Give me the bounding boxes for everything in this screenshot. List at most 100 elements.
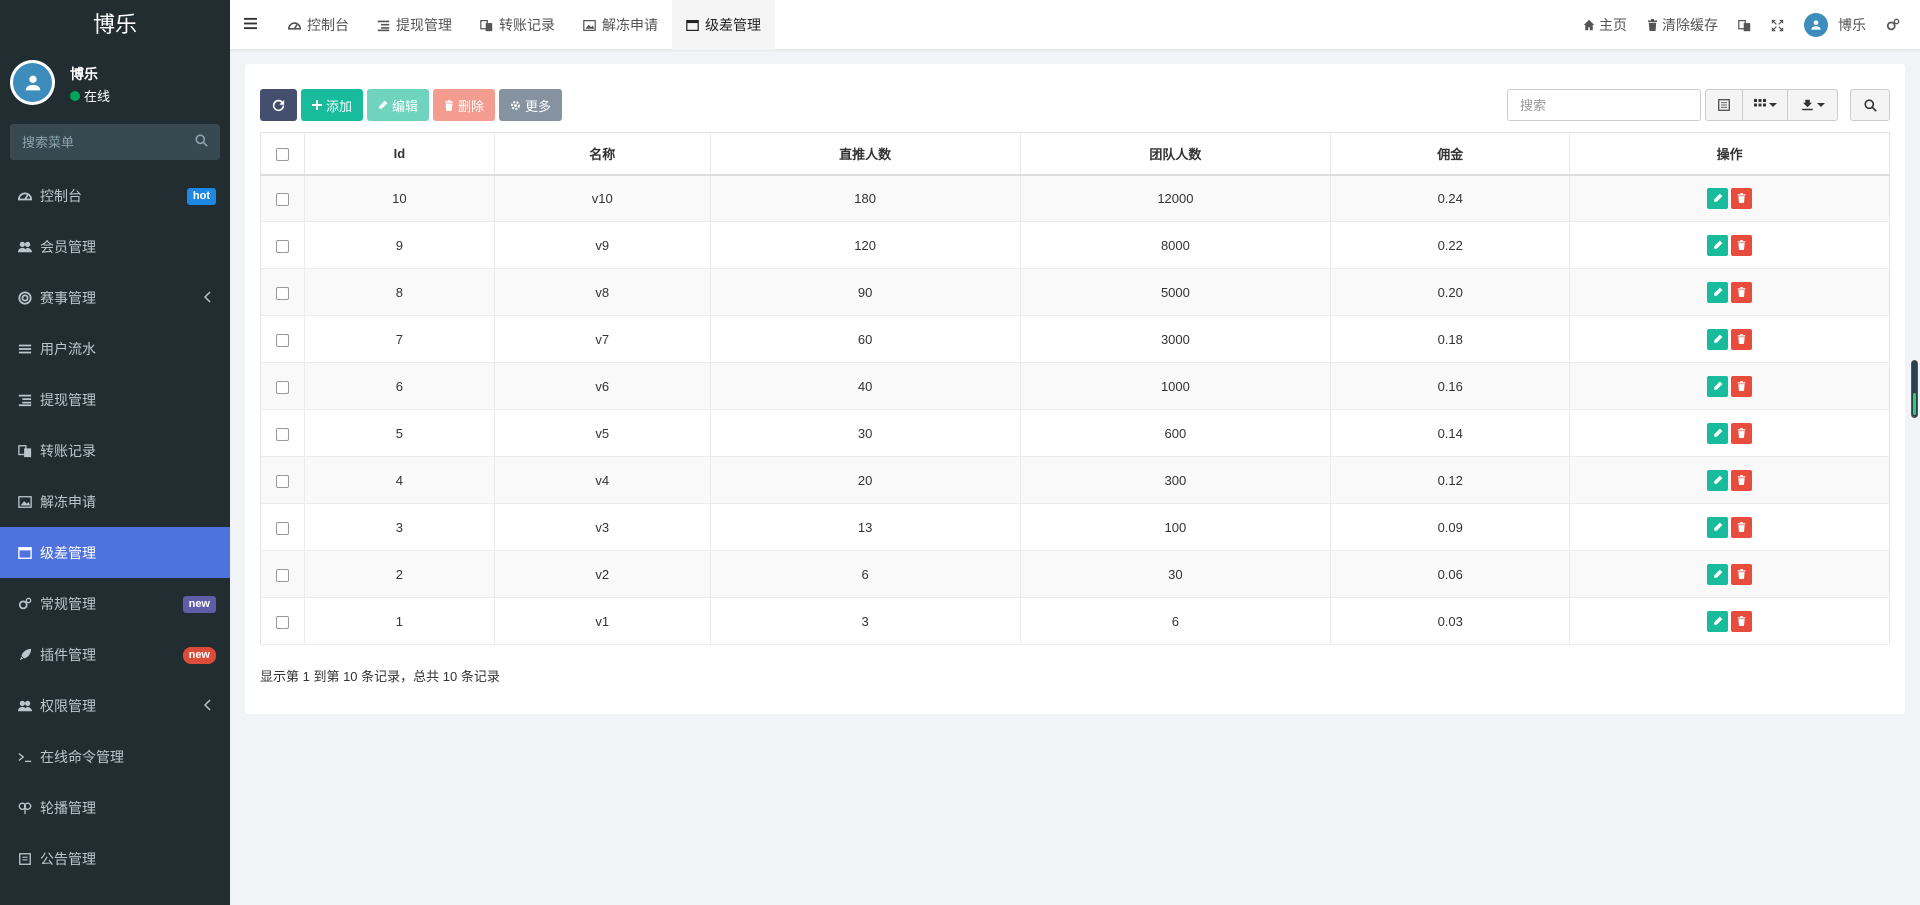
- tab-level-diff[interactable]: 级差管理: [672, 0, 775, 50]
- sidebar-search-input[interactable]: [10, 124, 220, 160]
- delete-button[interactable]: 删除: [433, 89, 496, 121]
- scrollbar-thumb[interactable]: [1911, 360, 1918, 418]
- row-delete-button[interactable]: [1731, 234, 1753, 256]
- settings-button[interactable]: [1876, 0, 1910, 50]
- sidebar-item-level-diff[interactable]: 级差管理: [0, 527, 230, 578]
- table-row[interactable]: 5 v5 30 600 0.14: [260, 409, 1890, 457]
- sidebar-item-transfer[interactable]: 转账记录: [0, 425, 230, 476]
- cell-direct: 6: [709, 550, 1020, 598]
- edit-button[interactable]: 编辑: [367, 89, 430, 121]
- hot-badge: hot: [186, 188, 216, 205]
- language-button[interactable]: [1728, 0, 1761, 50]
- cell-team: 100: [1019, 503, 1331, 551]
- export-dropdown-button[interactable]: [1788, 89, 1838, 121]
- row-checkbox[interactable]: [275, 333, 289, 347]
- row-checkbox[interactable]: [275, 239, 289, 253]
- row-delete-button[interactable]: [1731, 375, 1753, 397]
- sidebar-item-members[interactable]: 会员管理: [0, 221, 230, 272]
- select-all-checkbox[interactable]: [275, 147, 289, 161]
- row-delete-button[interactable]: [1731, 610, 1753, 632]
- level-table: Id 名称 直推人数 团队人数 佣金 操作 10 v10 180 12000 0.24 9…: [260, 132, 1890, 645]
- tab-unfreeze[interactable]: 解冻申请: [569, 0, 672, 50]
- cell-id: 10: [303, 174, 495, 222]
- menu-toggle-icon[interactable]: [244, 17, 257, 30]
- tab-transfer[interactable]: 转账记录: [466, 0, 569, 50]
- row-checkbox[interactable]: [275, 286, 289, 300]
- table-row[interactable]: 1 v1 3 6 0.03: [260, 597, 1890, 645]
- table-row[interactable]: 6 v6 40 1000 0.16: [260, 362, 1890, 410]
- col-commission[interactable]: 佣金: [1330, 132, 1570, 176]
- toggle-view-button[interactable]: [1705, 89, 1743, 121]
- sidebar-item-user-flow[interactable]: 用户流水: [0, 323, 230, 374]
- sidebar-item-command[interactable]: 在线命令管理: [0, 731, 230, 782]
- online-dot-icon: [70, 90, 80, 101]
- tab-withdraw[interactable]: 提现管理: [363, 0, 466, 50]
- row-delete-button[interactable]: [1731, 516, 1753, 538]
- row-checkbox[interactable]: [275, 615, 289, 629]
- row-delete-button[interactable]: [1731, 422, 1753, 444]
- row-delete-button[interactable]: [1731, 563, 1753, 585]
- row-checkbox[interactable]: [275, 192, 289, 206]
- row-edit-button[interactable]: [1707, 610, 1729, 632]
- home-link[interactable]: 主页: [1573, 0, 1637, 50]
- sidebar-item-notice[interactable]: 公告管理: [0, 833, 230, 884]
- sidebar-item-plugins[interactable]: 插件管理 new: [0, 629, 230, 680]
- table-row[interactable]: 10 v10 180 12000 0.24: [260, 174, 1890, 222]
- row-checkbox[interactable]: [275, 474, 289, 488]
- refresh-button[interactable]: [260, 89, 297, 121]
- more-button[interactable]: 更多: [499, 89, 563, 121]
- table-row[interactable]: 8 v8 90 5000 0.20: [260, 268, 1890, 316]
- cell-team: 5000: [1019, 268, 1331, 316]
- col-name[interactable]: 名称: [493, 132, 711, 176]
- table-row[interactable]: 3 v3 13 100 0.09: [260, 503, 1890, 551]
- sidebar-item-carousel[interactable]: 轮播管理: [0, 782, 230, 833]
- table-row[interactable]: 7 v7 60 3000 0.18: [260, 315, 1890, 363]
- row-checkbox[interactable]: [275, 380, 289, 394]
- row-edit-button[interactable]: [1707, 328, 1729, 350]
- fullscreen-button[interactable]: [1761, 0, 1794, 50]
- clear-cache-button[interactable]: 清除缓存: [1637, 0, 1728, 50]
- row-delete-button[interactable]: [1731, 187, 1753, 209]
- table-row[interactable]: 2 v2 6 30 0.06: [260, 550, 1890, 598]
- row-edit-button[interactable]: [1707, 422, 1729, 444]
- sidebar-item-dashboard[interactable]: 控制台 hot: [0, 170, 230, 221]
- cell-id: 8: [303, 268, 495, 316]
- sidebar-item-unfreeze[interactable]: 解冻申请: [0, 476, 230, 527]
- columns-dropdown-button[interactable]: [1743, 89, 1788, 121]
- table-row[interactable]: 4 v4 20 300 0.12: [260, 456, 1890, 504]
- row-edit-button[interactable]: [1707, 375, 1729, 397]
- row-edit-button[interactable]: [1707, 563, 1729, 585]
- row-edit-button[interactable]: [1707, 234, 1729, 256]
- row-checkbox[interactable]: [275, 521, 289, 535]
- table-row[interactable]: 9 v9 120 8000 0.22: [260, 221, 1890, 269]
- search-icon[interactable]: [195, 134, 208, 147]
- user-menu[interactable]: 博乐: [1794, 0, 1876, 50]
- avatar: [10, 60, 55, 105]
- row-select-cell: [260, 315, 305, 363]
- sidebar-item-permissions[interactable]: 权限管理: [0, 680, 230, 731]
- tab-dashboard[interactable]: 控制台: [274, 0, 363, 50]
- row-edit-button[interactable]: [1707, 469, 1729, 491]
- row-edit-button[interactable]: [1707, 187, 1729, 209]
- row-delete-button[interactable]: [1731, 281, 1753, 303]
- cell-commission: 0.06: [1330, 550, 1570, 598]
- search-button[interactable]: [1850, 89, 1890, 121]
- col-direct[interactable]: 直推人数: [709, 132, 1020, 176]
- cell-id: 1: [303, 597, 495, 645]
- row-delete-button[interactable]: [1731, 328, 1753, 350]
- row-checkbox[interactable]: [275, 427, 289, 441]
- col-team[interactable]: 团队人数: [1019, 132, 1331, 176]
- translate-icon: [480, 19, 493, 31]
- sidebar-item-general[interactable]: 常规管理 new: [0, 578, 230, 629]
- sidebar-item-withdraw[interactable]: 提现管理: [0, 374, 230, 425]
- row-checkbox[interactable]: [275, 568, 289, 582]
- add-button[interactable]: 添加: [301, 89, 364, 121]
- row-edit-button[interactable]: [1707, 281, 1729, 303]
- sidebar-item-events[interactable]: 赛事管理: [0, 272, 230, 323]
- col-id[interactable]: Id: [303, 132, 495, 176]
- row-delete-button[interactable]: [1731, 469, 1753, 491]
- logo[interactable]: 博乐: [0, 0, 230, 50]
- row-edit-button[interactable]: [1707, 516, 1729, 538]
- sidebar-search: [10, 124, 220, 160]
- table-search-input[interactable]: [1507, 89, 1701, 121]
